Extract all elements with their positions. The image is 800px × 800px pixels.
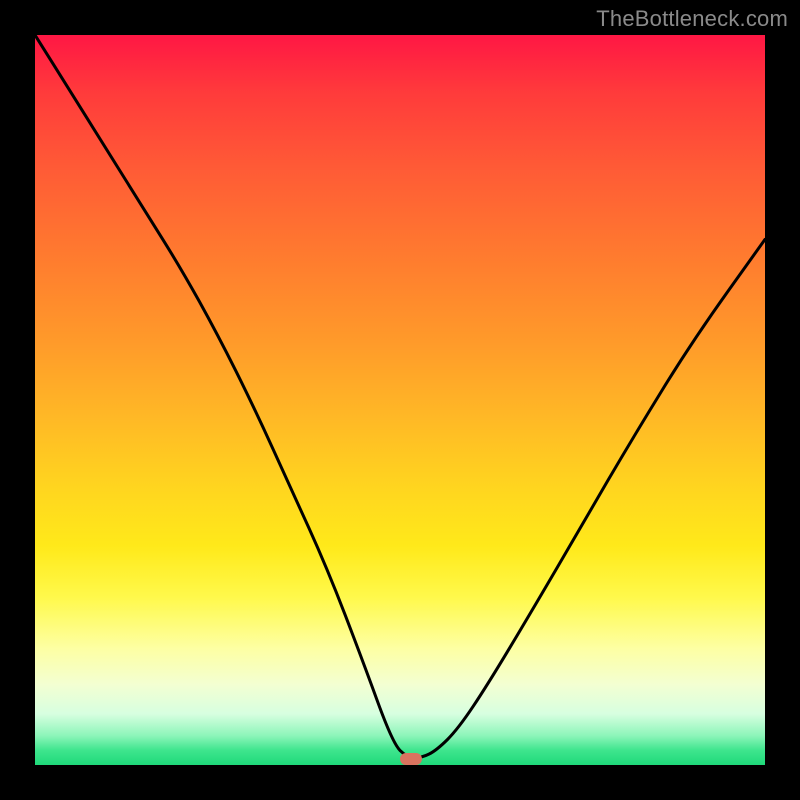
bottleneck-curve <box>35 35 765 765</box>
optimum-marker <box>400 753 422 765</box>
chart-frame: TheBottleneck.com <box>0 0 800 800</box>
watermark-text: TheBottleneck.com <box>596 6 788 32</box>
plot-area <box>35 35 765 765</box>
